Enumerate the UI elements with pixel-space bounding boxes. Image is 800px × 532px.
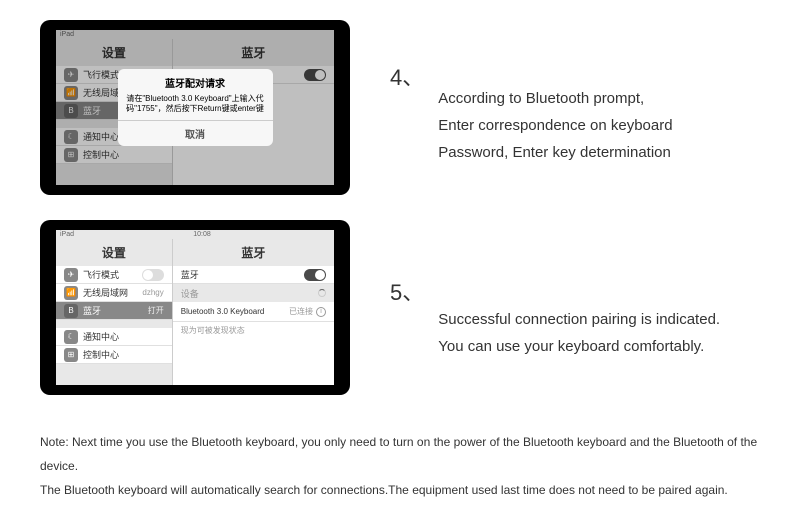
tablet-screen-4: iPad 设置 蓝牙 ✈飞行模式 📶无线局域网 B蓝牙 ☾通知中心 ⊞控制中心 xyxy=(56,30,334,185)
modal-body: 请在"Bluetooth 3.0 Keyboard"上输入代码"1755"，然后… xyxy=(118,92,273,121)
status-time: 10:08 xyxy=(193,231,211,238)
wifi-value: dzhgy xyxy=(142,288,163,297)
device-status: 已连接 xyxy=(289,306,313,317)
status-left: iPad xyxy=(60,231,74,238)
note-line: The Bluetooth keyboard will automaticall… xyxy=(40,478,760,502)
bluetooth-toggle[interactable] xyxy=(304,269,326,281)
left-pane-header: 设置 xyxy=(56,239,173,266)
step-4-line: Password, Enter key determination xyxy=(438,139,672,166)
tablet-frame-4: iPad 设置 蓝牙 ✈飞行模式 📶无线局域网 B蓝牙 ☾通知中心 ⊞控制中心 xyxy=(40,20,350,195)
step-5-number: 5、 xyxy=(390,220,424,307)
sidebar-item-notifications[interactable]: ☾ 通知中心 xyxy=(56,328,172,346)
tablet-frame-5: iPad 10:08 设置 蓝牙 ✈飞行模式 📶无线局域网dzhgy B蓝牙打开… xyxy=(40,220,350,395)
pairing-modal: 蓝牙配对请求 请在"Bluetooth 3.0 Keyboard"上输入代码"1… xyxy=(118,69,273,147)
note-block: Note: Next time you use the Bluetooth ke… xyxy=(40,420,760,512)
sidebar-item-label: 无线局域网 xyxy=(83,286,142,299)
devices-header: 设备 xyxy=(173,284,334,302)
left-pane: ✈ 飞行模式 📶 无线局域网dzhgy B 蓝牙打开 ☾ 通知中心 ⊞ 控制中心 xyxy=(56,266,173,385)
step-4-line: Enter correspondence on keyboard xyxy=(438,112,672,139)
status-bar: iPad 10:08 xyxy=(56,230,334,239)
step-4-line: According to Bluetooth prompt, xyxy=(438,85,672,112)
step-4-text: According to Bluetooth prompt, Enter cor… xyxy=(438,50,672,166)
sidebar-item-label: 飞行模式 xyxy=(83,268,142,281)
sidebar-item-bluetooth[interactable]: B 蓝牙打开 xyxy=(56,302,172,320)
panes: ✈飞行模式 📶无线局域网dzhgy B蓝牙打开 ☾通知中心 ⊞控制中心 蓝牙 设… xyxy=(56,266,334,385)
sidebar-item-airplane[interactable]: ✈ 飞行模式 xyxy=(56,266,172,284)
step-5-text: Successful connection pairing is indicat… xyxy=(438,256,720,360)
discoverable-text: 现为可被发现状态 xyxy=(173,322,334,339)
right-pane-header: 蓝牙 xyxy=(173,239,334,266)
step-4-number: 4、 xyxy=(390,20,424,92)
bluetooth-label: 蓝牙 xyxy=(181,268,304,281)
right-pane: 蓝牙 设备 Bluetooth 3.0 Keyboard已连接i 现为可被发现状… xyxy=(173,266,334,385)
sidebar-item-control[interactable]: ⊞ 控制中心 xyxy=(56,346,172,364)
device-name: Bluetooth 3.0 Keyboard xyxy=(181,307,289,316)
devices-label: 设备 xyxy=(181,287,318,300)
info-icon[interactable]: i xyxy=(316,307,326,317)
bell-icon: ☾ xyxy=(64,330,78,344)
sidebar-item-wifi[interactable]: 📶 无线局域网dzhgy xyxy=(56,284,172,302)
step-5-line: You can use your keyboard comfortably. xyxy=(438,333,720,360)
step-5-line: Successful connection pairing is indicat… xyxy=(438,306,720,333)
bluetooth-toggle-row[interactable]: 蓝牙 xyxy=(173,266,334,284)
page-wrap: iPad 设置 蓝牙 ✈ 飞行模式 📶 无线局域网 B 蓝牙 ☾ 通知中心 ⊞ 控制中心 xyxy=(0,0,800,532)
sidebar-item-label: 蓝牙 xyxy=(83,304,148,317)
modal-title: 蓝牙配对请求 xyxy=(118,69,273,92)
tablet-screen-5: iPad 10:08 设置 蓝牙 ✈飞行模式 📶无线局域网dzhgy B蓝牙打开… xyxy=(56,230,334,385)
bluetooth-value: 打开 xyxy=(148,305,164,316)
device-row[interactable]: Bluetooth 3.0 Keyboard已连接i xyxy=(173,302,334,322)
airplane-icon: ✈ xyxy=(64,268,78,282)
wifi-icon: 📶 xyxy=(64,286,78,300)
control-icon: ⊞ xyxy=(64,348,78,362)
step-5-row: iPad 10:08 设置 蓝牙 ✈飞行模式 📶无线局域网dzhgy B蓝牙打开… xyxy=(40,220,760,395)
bluetooth-icon: B xyxy=(64,304,78,318)
airplane-toggle[interactable] xyxy=(142,269,164,281)
sidebar-item-label: 控制中心 xyxy=(83,348,164,361)
pane-headers: 设置 蓝牙 xyxy=(56,239,334,266)
spinner-icon xyxy=(318,289,326,297)
step-4-row: iPad 设置 蓝牙 ✈飞行模式 📶无线局域网 B蓝牙 ☾通知中心 ⊞控制中心 xyxy=(40,20,760,195)
note-line: Note: Next time you use the Bluetooth ke… xyxy=(40,430,760,478)
modal-overlay: 蓝牙配对请求 请在"Bluetooth 3.0 Keyboard"上输入代码"1… xyxy=(56,30,334,185)
cancel-button[interactable]: 取消 xyxy=(118,120,273,146)
sidebar-item-label: 通知中心 xyxy=(83,330,164,343)
